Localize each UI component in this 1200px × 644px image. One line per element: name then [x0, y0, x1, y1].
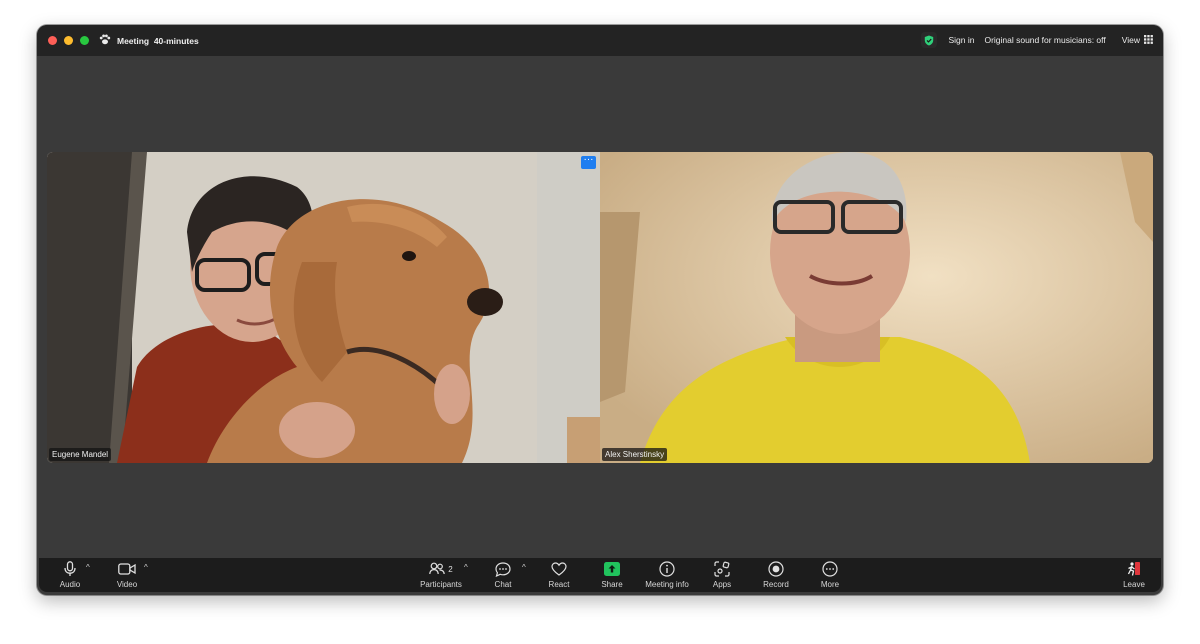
- original-sound-toggle[interactable]: Original sound for musicians: off: [979, 32, 1110, 48]
- record-label: Record: [763, 580, 789, 589]
- share-label: Share: [601, 580, 623, 589]
- participant-video-feed: [600, 152, 1153, 463]
- meeting-info-button[interactable]: Meeting info: [636, 560, 698, 589]
- video-tile-eugene-mandel[interactable]: ··· Eugene Mandel: [47, 152, 600, 463]
- meeting-title: Meeting 40-minutes: [99, 34, 199, 47]
- share-screen-icon: [584, 560, 640, 578]
- record-icon: [748, 560, 804, 578]
- sign-in-link[interactable]: Sign in: [943, 32, 979, 48]
- chat-label: Chat: [494, 580, 512, 589]
- share-button[interactable]: Share: [584, 560, 640, 589]
- leave-door-icon: [1106, 560, 1162, 578]
- react-button[interactable]: React: [531, 560, 587, 589]
- close-window-button[interactable]: [48, 36, 57, 45]
- audio-options-caret[interactable]: ^: [86, 563, 90, 572]
- more-label: More: [820, 580, 840, 589]
- grid-view-icon: [1144, 34, 1153, 46]
- more-button[interactable]: More: [802, 560, 858, 589]
- record-button[interactable]: Record: [748, 560, 804, 589]
- title-bar-controls: Sign in Original sound for musicians: of…: [921, 32, 1153, 48]
- react-label: React: [548, 580, 570, 589]
- tile-more-options-button[interactable]: ···: [581, 155, 596, 169]
- participant-video-feed: [47, 152, 600, 463]
- audio-label: Audio: [59, 580, 81, 589]
- participant-name-label: Eugene Mandel: [49, 448, 112, 461]
- meeting-info-label: Meeting info: [645, 580, 689, 589]
- chat-options-caret[interactable]: ^: [522, 563, 526, 572]
- view-label: View: [1121, 35, 1140, 45]
- heart-icon: [531, 560, 587, 578]
- apps-label: Apps: [712, 580, 732, 589]
- participants-button[interactable]: 2 Participants: [413, 560, 469, 589]
- meeting-toolbar: Audio ^ Video ^ 2 Participants ^ Chat ^ …: [39, 558, 1161, 592]
- participants-icon: [429, 562, 446, 577]
- info-icon: [636, 560, 698, 578]
- title-bar: Meeting 40-minutes Sign in Original soun…: [37, 25, 1163, 56]
- zoom-meeting-window: Meeting 40-minutes Sign in Original soun…: [37, 25, 1163, 595]
- view-button[interactable]: View: [1117, 32, 1153, 48]
- participant-name-label: Alex Sherstinsky: [602, 448, 668, 461]
- video-tile-alex-sherstinsky[interactable]: Alex Sherstinsky: [600, 152, 1153, 463]
- participants-options-caret[interactable]: ^: [464, 563, 468, 572]
- zoom-paw-icon: [99, 34, 111, 47]
- meeting-title-text: Meeting 40-minutes: [117, 35, 199, 46]
- maximize-window-button[interactable]: [80, 36, 89, 45]
- participants-count: 2: [448, 564, 453, 574]
- minimize-window-button[interactable]: [64, 36, 73, 45]
- video-label: Video: [116, 580, 138, 589]
- leave-label: Leave: [1123, 580, 1145, 589]
- participants-icon-wrap: 2: [413, 560, 469, 578]
- apps-button[interactable]: Apps: [694, 560, 750, 589]
- encryption-shield-icon[interactable]: [921, 32, 938, 48]
- more-ellipsis-icon: [802, 560, 858, 578]
- video-options-caret[interactable]: ^: [144, 563, 148, 572]
- participants-label: Participants: [420, 580, 462, 589]
- apps-icon: [694, 560, 750, 578]
- leave-button[interactable]: Leave: [1106, 560, 1162, 589]
